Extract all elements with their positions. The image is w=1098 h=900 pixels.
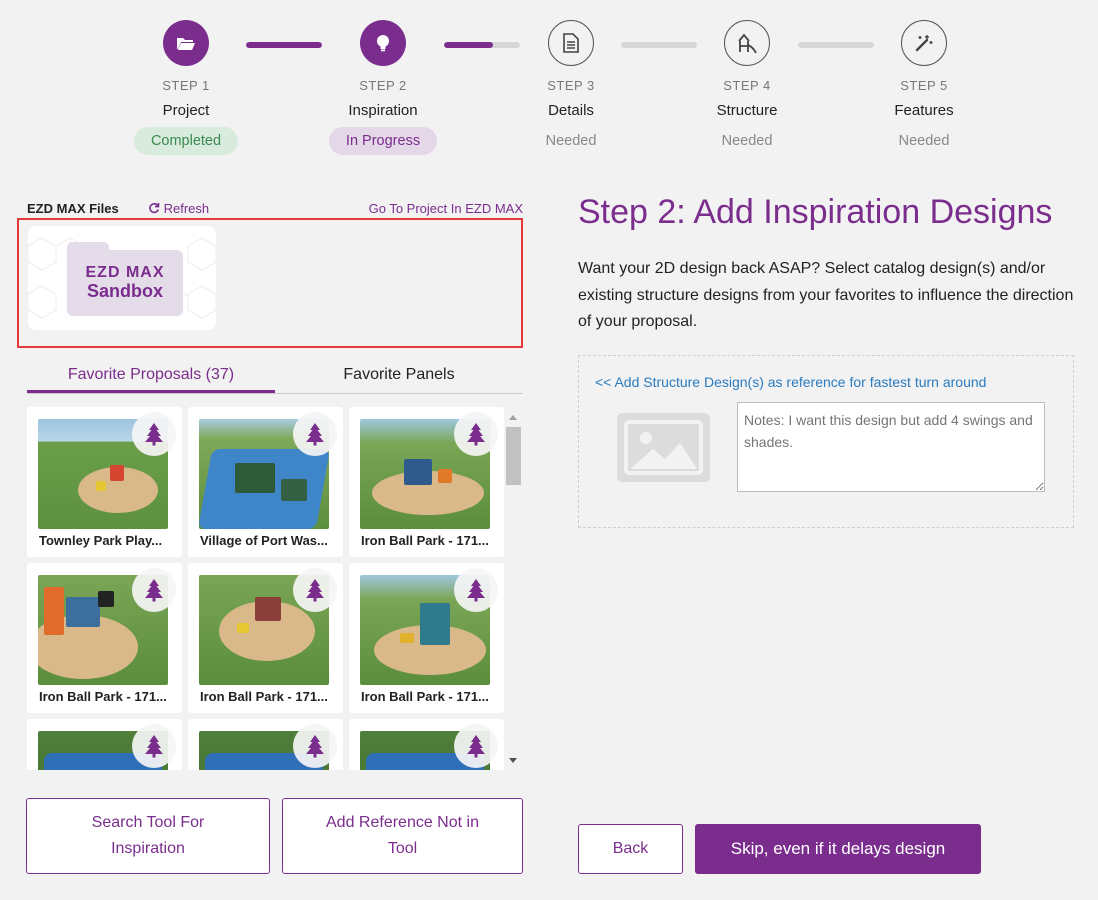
connector-fill [444, 42, 494, 48]
step-number: STEP 2 [359, 78, 407, 93]
add-structure-link[interactable]: << Add Structure Design(s) as reference … [595, 374, 986, 390]
playground-structure-icon [724, 20, 770, 66]
proposal-card[interactable] [188, 719, 343, 770]
status-badge: Needed [898, 133, 950, 149]
tree-icon[interactable] [132, 412, 176, 456]
folder-label-line2: Sandbox [86, 281, 163, 301]
files-title: EZD MAX Files [27, 201, 119, 216]
page-title: Step 2: Add Inspiration Designs [578, 193, 1053, 231]
proposal-card[interactable]: Iron Ball Park - 171... [188, 563, 343, 713]
proposal-card[interactable]: Iron Ball Park - 171... [27, 563, 182, 713]
tree-icon[interactable] [293, 724, 337, 768]
search-tool-button[interactable]: Search Tool For Inspiration [26, 798, 270, 874]
scroll-down-icon[interactable] [509, 758, 517, 763]
proposal-title: Iron Ball Park - 171... [361, 533, 489, 548]
magic-wand-icon [901, 20, 947, 66]
status-badge: Completed [133, 127, 239, 155]
step-name: Structure [716, 102, 778, 119]
tree-icon[interactable] [293, 568, 337, 612]
proposal-card[interactable]: Iron Ball Park - 171... [349, 563, 504, 713]
tree-icon[interactable] [293, 412, 337, 456]
page-description: Want your 2D design back ASAP? Select ca… [578, 260, 1074, 330]
step-number: STEP 3 [547, 78, 595, 93]
proposal-title: Iron Ball Park - 171... [39, 689, 167, 704]
proposal-card[interactable] [27, 719, 182, 770]
step-name: Details [548, 102, 594, 119]
step-name: Features [894, 102, 954, 119]
folder-label-line1: EZD MAX [85, 264, 165, 281]
proposal-title: Village of Port Was... [200, 533, 328, 548]
proposal-title: Townley Park Play... [39, 533, 163, 548]
scrollbar-thumb[interactable] [506, 427, 521, 485]
add-reference-button[interactable]: Add Reference Not in Tool [282, 798, 523, 874]
refresh-icon [149, 203, 160, 214]
sandbox-folder[interactable]: EZD MAX Sandbox [28, 226, 216, 330]
status-badge: In Progress [328, 127, 438, 155]
proposal-card[interactable] [349, 719, 504, 770]
refresh-button[interactable]: Refresh [148, 201, 209, 216]
step-number: STEP 4 [723, 78, 771, 93]
step-inspiration[interactable]: STEP 2 Inspiration In Progress [313, 20, 453, 155]
back-button[interactable]: Back [578, 824, 683, 874]
proposal-title: Iron Ball Park - 171... [200, 689, 328, 704]
document-icon [548, 20, 594, 66]
step-number: STEP 1 [162, 78, 210, 93]
status-badge: Needed [721, 133, 773, 149]
step-connector-1 [246, 42, 322, 48]
favorites-tabs: Favorite Proposals (37) Favorite Panels [27, 363, 523, 394]
refresh-label: Refresh [163, 201, 210, 216]
step-details[interactable]: STEP 3 Details Needed [501, 20, 641, 155]
proposal-card[interactable]: Village of Port Was... [188, 407, 343, 557]
image-placeholder-icon [617, 413, 710, 482]
tree-icon[interactable] [454, 568, 498, 612]
tree-icon[interactable] [132, 568, 176, 612]
proposal-card[interactable]: Iron Ball Park - 171... [349, 407, 504, 557]
go-to-project-link[interactable]: Go To Project In EZD MAX [369, 201, 523, 216]
step-structure[interactable]: STEP 4 Structure Needed [677, 20, 817, 155]
folder-icon: EZD MAX Sandbox [67, 250, 183, 316]
step-features[interactable]: STEP 5 Features Needed [854, 20, 994, 155]
step-name: Inspiration [348, 102, 418, 119]
step-name: Project [162, 102, 210, 119]
structure-reference-box: << Add Structure Design(s) as reference … [578, 355, 1074, 528]
proposals-grid: Townley Park Play... Village of Port Was… [27, 407, 505, 770]
tree-icon[interactable] [132, 724, 176, 768]
scroll-up-icon[interactable] [509, 415, 517, 420]
step-number: STEP 5 [900, 78, 948, 93]
notes-textarea[interactable] [737, 402, 1045, 492]
tree-icon[interactable] [454, 724, 498, 768]
files-header: EZD MAX Files Refresh Go To Project In E… [27, 201, 523, 217]
proposal-title: Iron Ball Park - 171... [361, 689, 489, 704]
tab-favorite-panels[interactable]: Favorite Panels [275, 363, 523, 392]
proposals-scrollbar[interactable] [505, 407, 522, 770]
skip-button[interactable]: Skip, even if it delays design [695, 824, 981, 874]
tree-icon[interactable] [454, 412, 498, 456]
folder-open-icon [163, 20, 209, 66]
proposal-card[interactable]: Townley Park Play... [27, 407, 182, 557]
step-project[interactable]: STEP 1 Project Completed [116, 20, 256, 155]
lightbulb-icon [360, 20, 406, 66]
status-badge: Needed [545, 133, 597, 149]
connector-fill [246, 42, 322, 48]
tab-favorite-proposals[interactable]: Favorite Proposals (37) [27, 363, 275, 393]
